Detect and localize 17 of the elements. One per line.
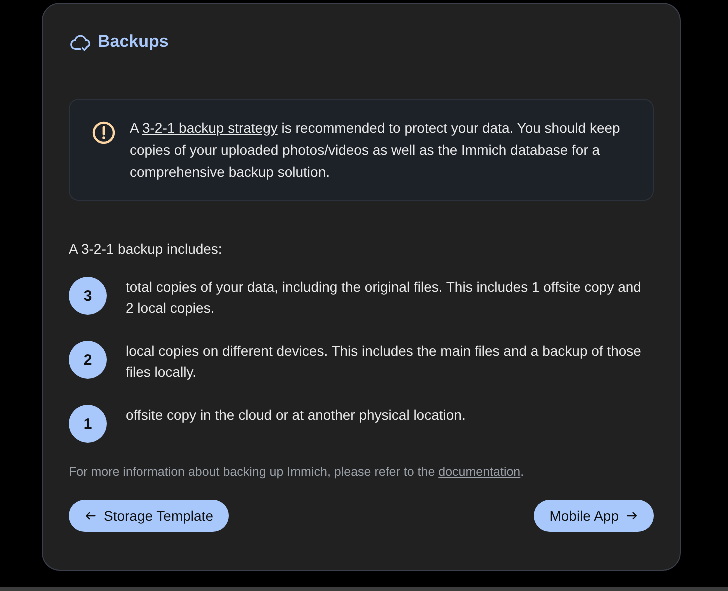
right-arrow-icon: [627, 511, 638, 521]
intro-text: A 3-2-1 backup includes:: [69, 241, 224, 257]
page-title: Backups: [98, 32, 169, 52]
alert-text: A 3-2-1 backup strategy is recommended to protect your data. You should keep copies of your uploaded photos/videos as well as the Immich database for a comprehensive backup solution.: [130, 119, 622, 182]
left-arrow-icon: [85, 511, 96, 521]
documentation-link[interactable]: documentation: [438, 465, 521, 479]
number-badge: 2: [69, 341, 107, 379]
step-text: total copies of your data, including the original files. This includes 1 offsite copy and 2 local copies.: [126, 278, 642, 318]
back-button[interactable]: Storage Template: [69, 500, 230, 532]
step-text: offsite copy in the cloud or at another physical location.: [126, 406, 467, 425]
next-button[interactable]: Mobile App: [534, 500, 654, 532]
strategy-link[interactable]: 3-2-1 backup strategy: [142, 120, 278, 136]
number-badge: 3: [69, 277, 107, 315]
number-badge: 1: [69, 405, 107, 443]
warning-icon: [92, 121, 116, 145]
step-text: local copies on different devices. This includes the main files and a backup of those files locally.: [126, 342, 642, 382]
footnote-text: For more information about backing up Immich, please refer to the documentation.: [69, 465, 526, 479]
